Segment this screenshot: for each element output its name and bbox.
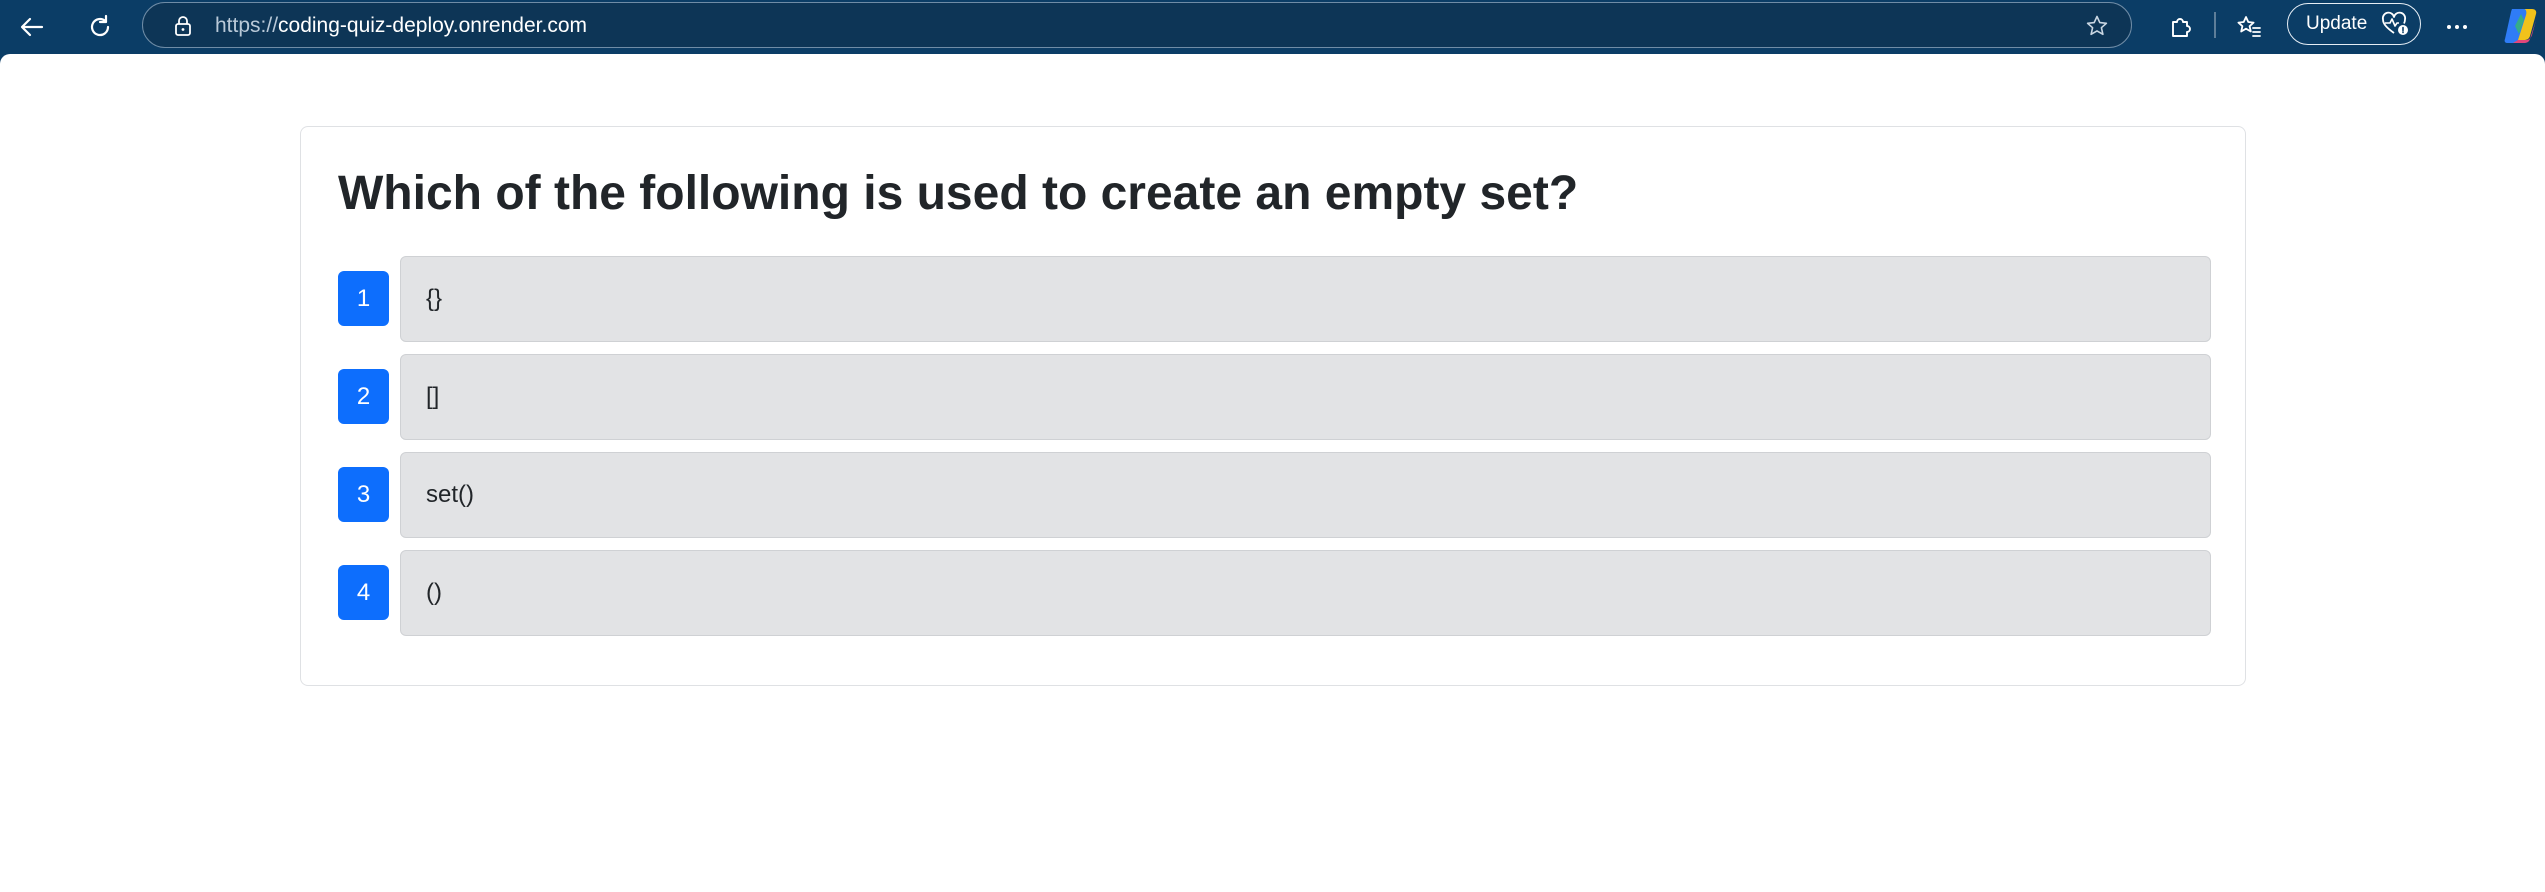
refresh-button[interactable] (80, 7, 120, 47)
refresh-icon (90, 14, 110, 37)
url-text[interactable]: https://coding-quiz-deploy.onrender.com (215, 15, 587, 37)
question-title: Which of the following is used to create… (338, 167, 1579, 220)
back-button[interactable] (12, 7, 52, 47)
answer-option-1[interactable]: 1 {} (338, 256, 2211, 342)
option-button[interactable]: {} (400, 256, 2211, 342)
more-icon (2447, 25, 2467, 29)
answer-option-3[interactable]: 3 set() (338, 452, 2211, 538)
favorites-icon (2237, 16, 2261, 37)
option-number-badge: 2 (338, 369, 389, 424)
browser-toolbar: https://coding-quiz-deploy.onrender.com … (0, 0, 2545, 54)
option-number-badge: 1 (338, 271, 389, 326)
option-number-badge: 4 (338, 565, 389, 620)
back-arrow-icon (20, 17, 44, 37)
url-protocol: https:// (215, 14, 279, 37)
quiz-card: Which of the following is used to create… (300, 126, 2246, 686)
answer-option-4[interactable]: 4 () (338, 550, 2211, 636)
url-host: coding-quiz-deploy.onrender.com (278, 14, 587, 37)
toolbar-divider (2214, 12, 2216, 38)
answer-option-2[interactable]: 2 [] (338, 354, 2211, 440)
puzzle-icon (2172, 18, 2191, 37)
update-label: Update (2306, 13, 2368, 34)
lock-icon[interactable] (173, 15, 193, 37)
option-number-badge: 3 (338, 467, 389, 522)
option-button[interactable]: () (400, 550, 2211, 636)
favorites-button[interactable] (2229, 7, 2269, 47)
option-button[interactable]: set() (400, 452, 2211, 538)
option-button[interactable]: [] (400, 354, 2211, 440)
page-viewport: Which of the following is used to create… (0, 54, 2545, 892)
extensions-button[interactable] (2160, 7, 2200, 47)
heart-pulse-icon (2382, 11, 2409, 35)
more-button[interactable] (2437, 7, 2477, 47)
copilot-icon[interactable] (2502, 6, 2540, 46)
address-bar[interactable]: https://coding-quiz-deploy.onrender.com (142, 2, 2132, 48)
update-button[interactable]: Update (2287, 3, 2421, 45)
star-icon[interactable] (2085, 14, 2109, 38)
